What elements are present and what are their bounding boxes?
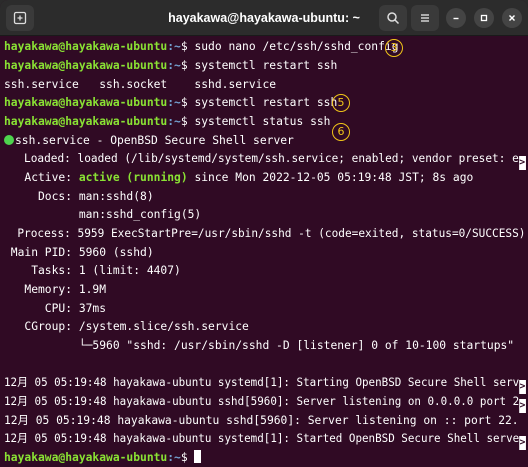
command-line-1: hayakawa@hayakawa-ubuntu:~$ sudo nano /e… [4,38,399,56]
search-button[interactable] [379,5,407,31]
terminal-window: hayakawa@hayakawa-ubuntu: ~ hayakawa@hay… [0,0,528,467]
close-button[interactable] [502,8,522,28]
maximize-icon [480,14,488,22]
log-text: 12月 05 05:19:48 hayakawa-ubuntu sshd[596… [4,395,520,408]
prompt-symbol: $ [180,451,195,464]
annotation-5: 5 [332,94,350,112]
cgroup-child-line: └─5960 "sshd: /usr/sbin/sshd -D [listene… [4,339,515,352]
prompt-path: :~ [167,59,181,72]
text-cursor [194,450,202,463]
active-label: Active: [4,171,79,184]
tasks-line: Tasks: 1 (limit: 4407) [4,264,181,277]
command-text: systemctl status ssh [194,115,331,128]
loaded-text: Loaded: loaded (/lib/systemd/system/ssh.… [4,152,519,165]
minimize-button[interactable] [446,8,466,28]
service-header: ssh.service - OpenBSD Secure Shell serve… [15,134,294,147]
prompt-user: hayakawa@hayakawa-ubuntu [4,96,168,109]
new-tab-button[interactable] [6,5,34,31]
prompt-symbol: $ [180,96,195,109]
prompt-symbol: $ [180,40,195,53]
annotation-3: 3 [385,39,403,57]
prompt-path: :~ [167,115,181,128]
log-line-3: 12月 05 05:19:48 hayakawa-ubuntu sshd[596… [4,414,519,427]
command-text: sudo nano /etc/ssh/sshd_config [194,40,399,53]
window-title: hayakawa@hayakawa-ubuntu: ~ [168,11,360,25]
memory-line: Memory: 1.9M [4,283,107,296]
command-text: systemctl restart ssh [194,59,338,72]
active-line: Active: active (running) since Mon 2022-… [4,169,473,187]
completion-output: ssh.service ssh.socket sshd.service [4,78,277,91]
log-line-1: 12月 05 05:19:48 hayakawa-ubuntu systemd[… [4,374,526,394]
command-text: systemctl restart ssh [194,96,338,109]
new-tab-icon [13,11,27,25]
docs-line-2: man:sshd_config(5) [4,208,202,221]
prompt-user: hayakawa@hayakawa-ubuntu [4,59,168,72]
log-line-4: 12月 05 05:19:48 hayakawa-ubuntu systemd[… [4,430,526,450]
truncation-icon: > [519,436,526,450]
prompt-path: :~ [167,451,181,464]
prompt-user: hayakawa@hayakawa-ubuntu [4,40,168,53]
prompt-symbol: $ [180,115,195,128]
prompt-symbol: $ [180,59,195,72]
cpu-line: CPU: 37ms [4,302,107,315]
active-state: active (running) [78,171,188,184]
log-text: 12月 05 05:19:48 hayakawa-ubuntu systemd[… [4,376,520,389]
process-line: Process: 5959 ExecStartPre=/usr/sbin/ssh… [4,227,526,240]
command-line-2: hayakawa@hayakawa-ubuntu:~$ systemctl re… [4,57,337,75]
minimize-icon [453,17,459,20]
maximize-button[interactable] [474,8,494,28]
cgroup-line: CGroup: /system.slice/ssh.service [4,320,249,333]
truncation-icon: > [518,156,526,170]
truncation-icon: > [519,399,526,413]
command-line-4: hayakawa@hayakawa-ubuntu:~$ systemctl st… [4,113,330,131]
service-header-line: ssh.service - OpenBSD Secure Shell serve… [4,132,294,150]
truncation-icon: > [519,380,526,394]
search-icon [387,12,400,25]
status-dot-icon [4,135,14,145]
title-bar[interactable]: hayakawa@hayakawa-ubuntu: ~ [0,0,528,36]
active-rest: since Mon 2022-12-05 05:19:48 JST; 8s ag… [187,171,474,184]
command-line-5: hayakawa@hayakawa-ubuntu:~$ [4,449,202,467]
terminal-output[interactable]: hayakawa@hayakawa-ubuntu:~$ sudo nano /e… [0,36,528,467]
prompt-user: hayakawa@hayakawa-ubuntu [4,115,168,128]
close-icon [509,15,515,21]
command-line-3: hayakawa@hayakawa-ubuntu:~$ systemctl re… [4,94,337,112]
menu-button[interactable] [411,5,439,31]
loaded-line: Loaded: loaded (/lib/systemd/system/ssh.… [4,150,526,170]
prompt-user: hayakawa@hayakawa-ubuntu [4,451,168,464]
log-line-2: 12月 05 05:19:48 hayakawa-ubuntu sshd[596… [4,393,526,413]
prompt-path: :~ [167,40,181,53]
main-pid-line: Main PID: 5960 (sshd) [4,246,154,259]
docs-line: Docs: man:sshd(8) [4,190,154,203]
annotation-6: 6 [332,123,350,141]
log-text: 12月 05 05:19:48 hayakawa-ubuntu systemd[… [4,432,520,445]
hamburger-menu-icon [421,14,429,22]
prompt-path: :~ [167,96,181,109]
